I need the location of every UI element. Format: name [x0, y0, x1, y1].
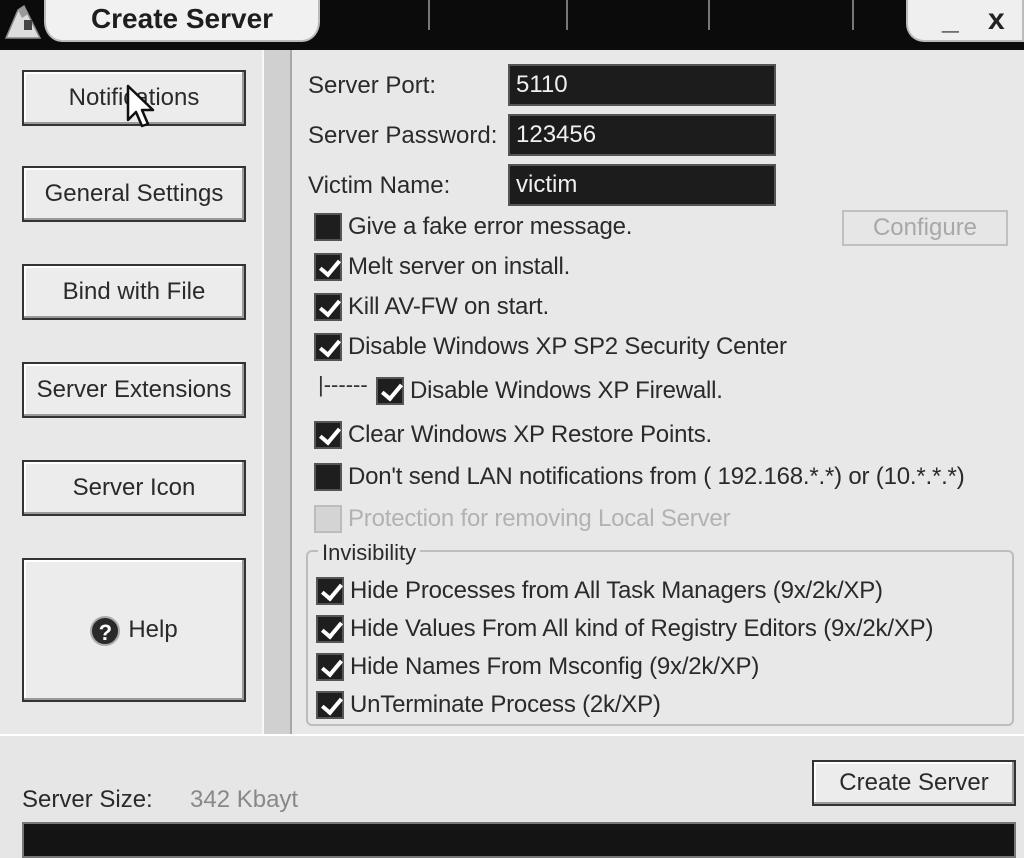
help-label: Help — [128, 616, 178, 643]
melt-server-label: Melt server on install. — [348, 253, 571, 280]
unterminate-option[interactable]: UnTerminate Process (2k/XP) — [316, 690, 661, 720]
notifications-button[interactable]: Notifications — [22, 70, 246, 126]
server-size-value: 342 Kbayt — [190, 786, 299, 813]
title-bar: Create Server _ x — [0, 0, 1024, 50]
lan-notifications-checkbox[interactable] — [314, 463, 342, 491]
victim-name-label: Victim Name: — [308, 172, 451, 199]
close-button[interactable]: x — [988, 2, 1005, 38]
disable-security-center-option[interactable]: Disable Windows XP SP2 Security Center — [314, 332, 787, 362]
unterminate-checkbox[interactable] — [316, 691, 344, 719]
hide-msconfig-checkbox[interactable] — [316, 653, 344, 681]
title-divider — [428, 0, 430, 30]
server-size-label: Server Size: — [22, 786, 153, 813]
kill-av-fw-option[interactable]: Kill AV-FW on start. — [314, 292, 549, 322]
window-title: Create Server — [44, 0, 320, 42]
protection-removal-option: Protection for removing Local Server — [314, 504, 731, 534]
protection-removal-checkbox — [314, 505, 342, 533]
disable-firewall-option[interactable]: Disable Windows XP Firewall. — [376, 376, 723, 406]
melt-server-option[interactable]: Melt server on install. — [314, 252, 570, 282]
hide-processes-option[interactable]: Hide Processes from All Task Managers (9… — [316, 576, 883, 606]
fake-error-label: Give a fake error message. — [348, 213, 633, 240]
tree-connector: |------ — [318, 372, 368, 397]
title-divider — [852, 0, 854, 30]
invisibility-title: Invisibility — [318, 540, 421, 566]
disable-firewall-checkbox[interactable] — [376, 377, 404, 405]
hide-registry-checkbox[interactable] — [316, 615, 344, 643]
app-icon — [4, 4, 42, 39]
disable-security-center-checkbox[interactable] — [314, 333, 342, 361]
unterminate-label: UnTerminate Process (2k/XP) — [350, 691, 661, 718]
fake-error-checkbox[interactable] — [314, 213, 342, 241]
configure-button[interactable]: Configure — [842, 210, 1008, 246]
title-divider — [708, 0, 710, 30]
lan-notifications-label: Don't send LAN notifications from ( 192.… — [348, 463, 965, 490]
kill-av-fw-checkbox[interactable] — [314, 293, 342, 321]
server-extensions-button[interactable]: Server Extensions — [22, 362, 246, 418]
server-password-input[interactable]: 123456 — [508, 114, 776, 156]
bind-with-file-button[interactable]: Bind with File — [22, 264, 246, 320]
create-server-button[interactable]: Create Server — [812, 760, 1016, 806]
protection-removal-label: Protection for removing Local Server — [348, 505, 731, 532]
clear-restore-points-checkbox[interactable] — [314, 421, 342, 449]
fake-error-option[interactable]: Give a fake error message. — [314, 212, 632, 242]
clear-restore-points-option[interactable]: Clear Windows XP Restore Points. — [314, 420, 712, 450]
hide-registry-label: Hide Values From All kind of Registry Ed… — [350, 615, 934, 642]
general-settings-button[interactable]: General Settings — [22, 166, 246, 222]
lan-notifications-option[interactable]: Don't send LAN notifications from ( 192.… — [314, 462, 965, 492]
hide-msconfig-label: Hide Names From Msconfig (9x/2k/XP) — [350, 653, 760, 680]
server-icon-button[interactable]: Server Icon — [22, 460, 246, 516]
hide-msconfig-option[interactable]: Hide Names From Msconfig (9x/2k/XP) — [316, 652, 759, 682]
hide-registry-option[interactable]: Hide Values From All kind of Registry Ed… — [316, 614, 933, 644]
window-controls: _ x — [906, 0, 1024, 42]
hide-processes-label: Hide Processes from All Task Managers (9… — [350, 577, 883, 604]
victim-name-input[interactable]: victim — [508, 164, 776, 206]
server-port-label: Server Port: — [308, 72, 437, 99]
disable-firewall-label: Disable Windows XP Firewall. — [410, 377, 723, 404]
hide-processes-checkbox[interactable] — [316, 577, 344, 605]
clear-restore-points-label: Clear Windows XP Restore Points. — [348, 421, 712, 448]
help-button[interactable]: ? Help — [22, 558, 246, 702]
title-divider — [566, 0, 568, 30]
kill-av-fw-label: Kill AV-FW on start. — [348, 293, 549, 320]
disable-security-center-label: Disable Windows XP SP2 Security Center — [348, 333, 787, 360]
panel-separator — [262, 50, 292, 734]
server-port-input[interactable]: 5110 — [508, 64, 776, 106]
help-icon: ? — [90, 615, 121, 646]
progress-bar — [22, 822, 1016, 858]
server-password-label: Server Password: — [308, 122, 498, 149]
melt-server-checkbox[interactable] — [314, 253, 342, 281]
minimize-button[interactable]: _ — [942, 2, 959, 38]
